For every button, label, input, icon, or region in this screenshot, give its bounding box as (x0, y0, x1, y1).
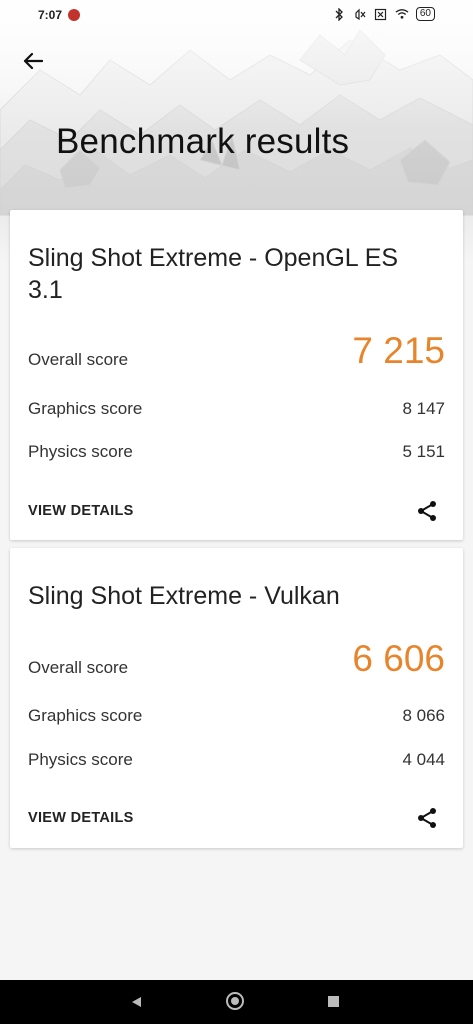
nav-recents-button[interactable] (328, 996, 339, 1007)
arrow-left-icon (23, 52, 43, 70)
page-title: Benchmark results (56, 122, 350, 161)
back-button[interactable] (20, 48, 46, 74)
status-time: 7:07 (38, 8, 63, 22)
result-card-vulkan: Sling Shot Extreme - Vulkan Overall scor… (10, 548, 463, 848)
result-card-opengl: Sling Shot Extreme - OpenGL ES 3.1 Overa… (10, 210, 463, 540)
graphics-score-label: Graphics score (28, 399, 143, 418)
triangle-back-icon (132, 997, 141, 1007)
card-title: Sling Shot Extreme - Vulkan (28, 582, 340, 610)
card-title: Sling Shot Extreme - OpenGL ES 3.1 (28, 244, 399, 304)
physics-score-label: Physics score (28, 442, 133, 461)
status-bar: 7:07 60 (0, 0, 473, 32)
system-nav-bar (0, 980, 473, 1024)
overall-score-label: Overall score (28, 350, 129, 369)
graphics-score-value: 8 066 (402, 706, 445, 725)
graphics-score-label: Graphics score (28, 706, 143, 725)
app-notification-icon (68, 9, 80, 21)
physics-score-value: 5 151 (402, 442, 445, 461)
mute-icon (353, 7, 367, 21)
share-icon (418, 808, 436, 828)
status-icons: 60 (332, 7, 435, 21)
graphics-score-value: 8 147 (402, 399, 445, 418)
battery-indicator: 60 (415, 7, 435, 21)
overall-score-value: 6 606 (352, 638, 445, 679)
nav-back-button[interactable] (130, 995, 142, 1013)
share-button[interactable] (415, 499, 439, 523)
sim-off-icon (374, 7, 388, 21)
overall-score-value: 7 215 (352, 330, 445, 371)
nav-home-button[interactable] (226, 992, 244, 1010)
view-details-button[interactable]: VIEW DETAILS (28, 503, 134, 519)
wifi-icon (395, 7, 409, 21)
share-button[interactable] (415, 806, 439, 830)
view-details-button[interactable]: VIEW DETAILS (28, 810, 134, 826)
physics-score-value: 4 044 (402, 750, 445, 769)
overall-score-label: Overall score (28, 658, 129, 677)
physics-score-label: Physics score (28, 750, 133, 769)
bluetooth-icon (332, 7, 346, 21)
share-icon (418, 501, 436, 521)
